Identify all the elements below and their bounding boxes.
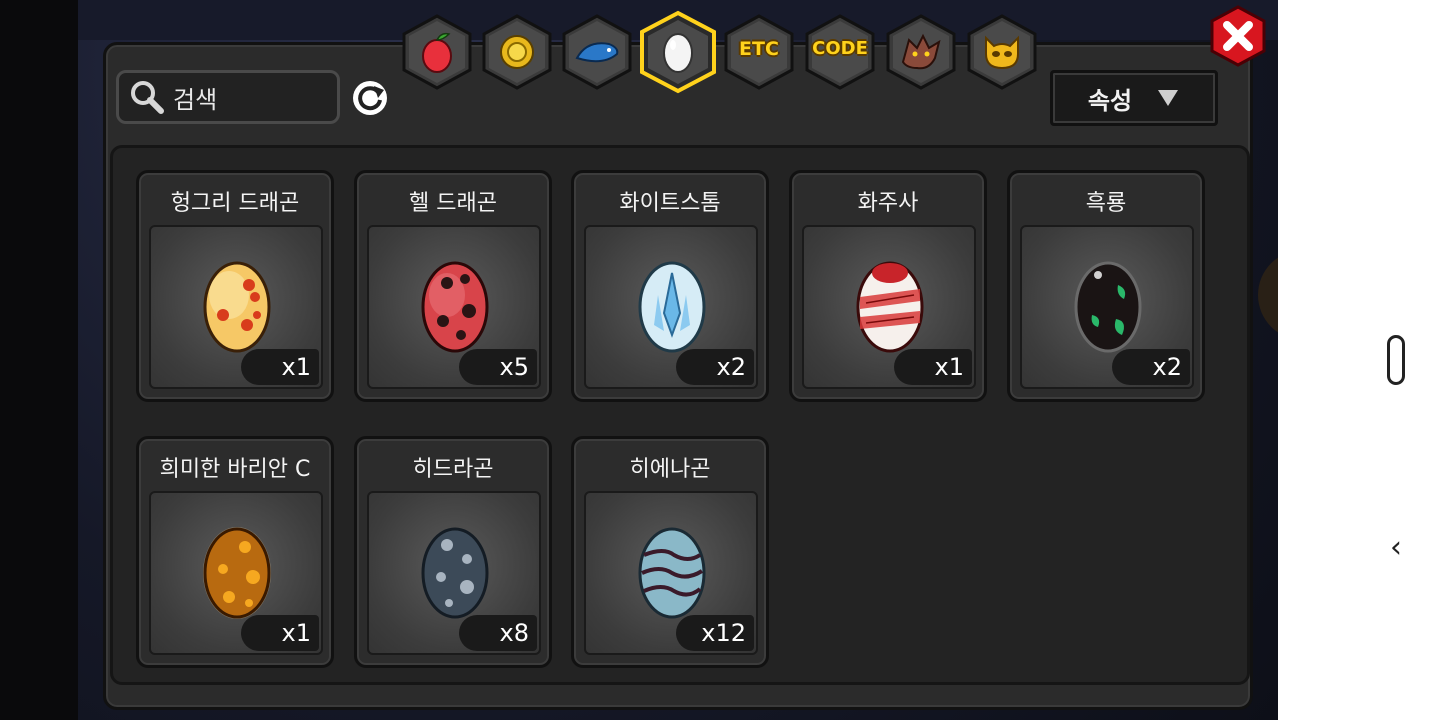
egg-count: x1 — [894, 349, 972, 385]
egg-name: 히에나곤 — [629, 457, 711, 482]
egg-slot: x5 — [367, 225, 541, 389]
system-nav-bar: ‹ — [1278, 0, 1440, 720]
egg-icon — [856, 261, 924, 353]
chevron-down-icon — [1158, 90, 1179, 106]
egg-name: 히드라곤 — [412, 457, 494, 482]
egg-slot: x8 — [367, 491, 541, 655]
close-icon[interactable] — [1208, 4, 1268, 68]
egg-card[interactable]: 히드라곤 x8 — [354, 436, 552, 668]
home-button[interactable] — [1387, 335, 1405, 385]
fish-icon — [575, 42, 619, 63]
egg-count: x2 — [676, 349, 754, 385]
tab-code[interactable]: CODE — [804, 14, 876, 90]
egg-icon — [663, 33, 693, 73]
search-input[interactable]: 검색 — [116, 70, 340, 124]
egg-slot: x1 — [149, 491, 323, 655]
tab-food[interactable] — [401, 14, 473, 90]
egg-icon — [638, 527, 706, 619]
egg-count: x12 — [676, 615, 754, 651]
egg-count: x2 — [1112, 349, 1190, 385]
sort-dropdown[interactable]: 속성 — [1050, 70, 1218, 126]
egg-icon — [638, 261, 706, 353]
egg-name: 헝그리 드래곤 — [170, 191, 300, 216]
egg-icon — [203, 261, 271, 353]
egg-name: 화주사 — [857, 191, 919, 216]
egg-card[interactable]: 히에나곤 x12 — [571, 436, 769, 668]
dragon-head-icon — [901, 33, 941, 70]
gold-coin-icon — [500, 35, 534, 69]
egg-count: x1 — [241, 615, 319, 651]
egg-count: x8 — [459, 615, 537, 651]
tab-gold[interactable] — [481, 14, 553, 90]
egg-icon — [421, 527, 489, 619]
egg-slot: x12 — [584, 491, 758, 655]
sort-dropdown-label: 속성 — [1087, 86, 1133, 115]
tab-egg[interactable] — [638, 10, 718, 94]
egg-name: 흑룡 — [1085, 191, 1127, 216]
egg-name: 희미한 바리안 C — [159, 457, 311, 482]
tab-dragon[interactable] — [885, 14, 957, 90]
egg-card[interactable]: 화주사 x1 — [789, 170, 987, 402]
egg-card[interactable]: 흑룡 x2 — [1007, 170, 1205, 402]
egg-card[interactable]: 헬 드래곤 x5 — [354, 170, 552, 402]
tab-etc[interactable]: ETC — [723, 14, 795, 90]
egg-name: 헬 드래곤 — [409, 191, 497, 216]
egg-slot: x2 — [584, 225, 758, 389]
egg-count: x5 — [459, 349, 537, 385]
egg-slot: x1 — [149, 225, 323, 389]
back-icon[interactable]: ‹ — [1390, 530, 1402, 565]
egg-slot: x2 — [1020, 225, 1194, 389]
tab-mask[interactable] — [966, 14, 1038, 90]
fruit-icon — [422, 32, 452, 73]
gold-mask-icon — [985, 35, 1019, 70]
tab-code-label: CODE — [812, 38, 868, 59]
search-placeholder: 검색 — [173, 85, 218, 114]
egg-slot: x1 — [802, 225, 976, 389]
egg-name: 화이트스톰 — [619, 191, 721, 216]
egg-card[interactable]: 희미한 바리안 C x1 — [136, 436, 334, 668]
egg-icon — [421, 261, 489, 353]
egg-icon — [1074, 261, 1142, 353]
egg-count: x1 — [241, 349, 319, 385]
egg-card[interactable]: 헝그리 드래곤 x1 — [136, 170, 334, 402]
refresh-icon[interactable] — [350, 78, 390, 118]
tab-etc-label: ETC — [739, 38, 779, 60]
egg-card[interactable]: 화이트스톰 x2 — [571, 170, 769, 402]
search-icon — [131, 81, 164, 114]
egg-icon — [203, 527, 271, 619]
tab-fish[interactable] — [561, 14, 633, 90]
